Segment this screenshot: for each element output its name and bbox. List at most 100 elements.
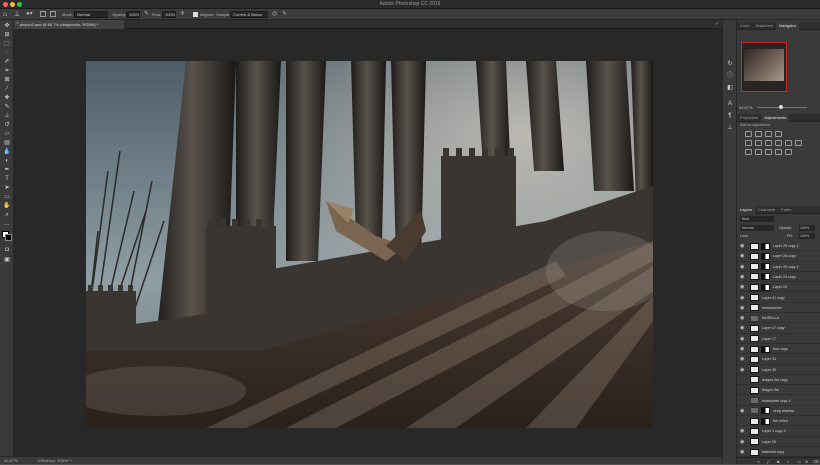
selective-color-icon[interactable] bbox=[785, 149, 792, 155]
layer-row[interactable]: ◉ batemila copy bbox=[737, 447, 820, 457]
visibility-eye-icon[interactable]: ◉ bbox=[740, 439, 746, 445]
artwork-canvas[interactable] bbox=[86, 61, 653, 428]
visibility-eye-icon[interactable]: ◉ bbox=[740, 305, 746, 311]
tab-properties[interactable]: Properties bbox=[737, 114, 761, 122]
layer-row[interactable]: ◉ Layer 17 bbox=[737, 334, 820, 344]
canvas-area[interactable] bbox=[14, 29, 722, 456]
exposure-icon[interactable] bbox=[775, 131, 782, 137]
tab-layers[interactable]: Layers bbox=[737, 206, 756, 214]
quick-select-icon[interactable]: ✐ bbox=[3, 58, 11, 66]
layer-row[interactable]: estandarte copy 4 bbox=[737, 396, 820, 406]
paragraph-icon[interactable]: ¶ bbox=[726, 112, 734, 120]
fill-field[interactable]: 100% bbox=[799, 233, 815, 239]
visibility-eye-icon[interactable]: ◉ bbox=[740, 428, 746, 434]
quick-mask-icon[interactable]: ◘ bbox=[3, 246, 11, 254]
home-icon[interactable]: ⌂ bbox=[3, 9, 7, 20]
layer-mask-thumbnail[interactable] bbox=[761, 273, 770, 281]
layer-row[interactable]: ◉ Layer 24 copy bbox=[737, 272, 820, 283]
hand-icon[interactable]: ✋ bbox=[3, 202, 11, 210]
blur-icon[interactable]: 💧 bbox=[3, 148, 11, 156]
layer-row[interactable]: ◉ Layer 17 copy bbox=[737, 323, 820, 334]
visibility-eye-icon[interactable]: ◉ bbox=[740, 295, 746, 301]
layer-thumbnail[interactable] bbox=[750, 366, 759, 374]
vibrance-icon[interactable] bbox=[745, 140, 752, 146]
healing-icon[interactable]: ✚ bbox=[3, 94, 11, 102]
layer-row[interactable]: ◉ Layer 26 copy bbox=[737, 251, 820, 262]
layer-thumbnail[interactable] bbox=[750, 252, 759, 260]
brightness-icon[interactable] bbox=[745, 131, 752, 137]
brush-icon[interactable]: ✎ bbox=[3, 103, 11, 111]
tab-color[interactable]: Color bbox=[737, 22, 753, 30]
layer-mask-thumbnail[interactable] bbox=[761, 417, 770, 425]
more-icon[interactable]: … bbox=[3, 220, 11, 228]
tab-swatches[interactable]: Swatches bbox=[753, 22, 776, 30]
tab-overflow-icon[interactable]: » bbox=[715, 20, 718, 29]
tab-adjustments[interactable]: Adjustments bbox=[761, 114, 790, 122]
layer-thumbnail[interactable] bbox=[750, 304, 759, 312]
hue-saturation-icon[interactable] bbox=[755, 140, 762, 146]
airbrush-icon[interactable]: ✈ bbox=[180, 9, 185, 20]
document-tab[interactable]: pinjolo2.psd @ 66.7% (dragoncito, RGB/8)… bbox=[14, 20, 124, 29]
move-icon[interactable]: ✥ bbox=[3, 22, 11, 30]
dodge-icon[interactable]: ◐ bbox=[3, 157, 11, 165]
properties-icon[interactable]: ◧ bbox=[726, 84, 734, 92]
eyedropper-icon[interactable]: ⁄ bbox=[3, 85, 11, 93]
aligned-checkbox[interactable] bbox=[193, 12, 198, 17]
layer-row[interactable]: ◉ Layer 40 bbox=[737, 365, 820, 375]
brush-settings-icon[interactable] bbox=[40, 11, 46, 17]
background-color-swatch[interactable] bbox=[5, 234, 12, 241]
mode-select[interactable]: Normal bbox=[74, 11, 108, 18]
invert-icon[interactable] bbox=[745, 149, 752, 155]
layer-thumbnail[interactable] bbox=[750, 263, 759, 271]
visibility-eye-icon[interactable]: ◉ bbox=[740, 284, 746, 290]
lasso-icon[interactable]: ◌ bbox=[3, 49, 11, 57]
layer-thumbnail[interactable] bbox=[750, 294, 759, 301]
brush-preset-picker[interactable]: ●▾ bbox=[26, 9, 33, 20]
path-select-icon[interactable]: ➤ bbox=[3, 184, 11, 192]
photo-filter-icon[interactable] bbox=[785, 140, 792, 146]
info-icon[interactable]: ⓘ bbox=[726, 72, 734, 80]
visibility-eye-icon[interactable] bbox=[740, 398, 746, 404]
layer-row[interactable]: dragon fire bbox=[737, 385, 820, 396]
visibility-eye-icon[interactable]: ◉ bbox=[740, 356, 746, 362]
tab-navigator[interactable]: Navigator bbox=[775, 22, 800, 30]
layer-row[interactable]: ◉ Layer 33 bbox=[737, 354, 820, 365]
blend-mode-select[interactable]: Normal bbox=[740, 225, 774, 231]
visibility-eye-icon[interactable]: ◉ bbox=[740, 336, 746, 342]
artboard-icon[interactable]: ⊞ bbox=[3, 31, 11, 39]
history-brush-icon[interactable]: ↺ bbox=[3, 121, 11, 129]
layer-row[interactable]: ◉ Layer 26 bbox=[737, 437, 820, 447]
frame-icon[interactable]: ⊠ bbox=[3, 76, 11, 84]
gradient-map-icon[interactable] bbox=[775, 149, 782, 155]
layer-mask-thumbnail[interactable] bbox=[761, 345, 770, 353]
layer-thumbnail[interactable] bbox=[750, 345, 759, 353]
layer-row[interactable]: ◉ MURALLA bbox=[737, 313, 820, 324]
visibility-eye-icon[interactable]: ◉ bbox=[740, 243, 746, 249]
sample-select[interactable]: Current & Below bbox=[230, 11, 268, 18]
color-balance-icon[interactable] bbox=[765, 140, 772, 146]
layer-row[interactable]: ◉ fore copy bbox=[737, 344, 820, 355]
layer-row[interactable]: ◉ Layer 26 copy 2 bbox=[737, 262, 820, 272]
navigator-slider-handle[interactable] bbox=[779, 105, 783, 109]
layer-mask-thumbnail[interactable] bbox=[761, 407, 770, 415]
pen-icon[interactable]: ✒ bbox=[3, 166, 11, 174]
visibility-eye-icon[interactable]: ◉ bbox=[740, 315, 746, 321]
visibility-eye-icon[interactable] bbox=[740, 418, 746, 424]
close-tab-icon[interactable]: × bbox=[16, 20, 19, 29]
clone-stamp-tool-icon[interactable]: ⊥ bbox=[14, 9, 20, 20]
tab-paths[interactable]: Paths bbox=[778, 206, 794, 214]
black-white-icon[interactable] bbox=[775, 140, 782, 146]
visibility-eye-icon[interactable]: ◉ bbox=[740, 325, 746, 331]
history-icon[interactable]: ↻ bbox=[726, 60, 734, 68]
ignore-adjustment-layers-icon[interactable]: ◎ bbox=[272, 9, 277, 20]
visibility-eye-icon[interactable]: ◉ bbox=[740, 264, 746, 270]
eraser-icon[interactable]: ▱ bbox=[3, 130, 11, 138]
visibility-eye-icon[interactable]: ◉ bbox=[740, 274, 746, 280]
visibility-eye-icon[interactable]: ◉ bbox=[740, 253, 746, 259]
pressure-size-icon[interactable]: ✎ bbox=[282, 9, 287, 20]
zoom-icon[interactable]: ⌕ bbox=[3, 211, 11, 219]
curves-icon[interactable] bbox=[765, 131, 772, 137]
layer-thumbnail[interactable] bbox=[750, 242, 759, 250]
threshold-icon[interactable] bbox=[765, 149, 772, 155]
pressure-opacity-icon[interactable]: ✎ bbox=[144, 9, 149, 20]
